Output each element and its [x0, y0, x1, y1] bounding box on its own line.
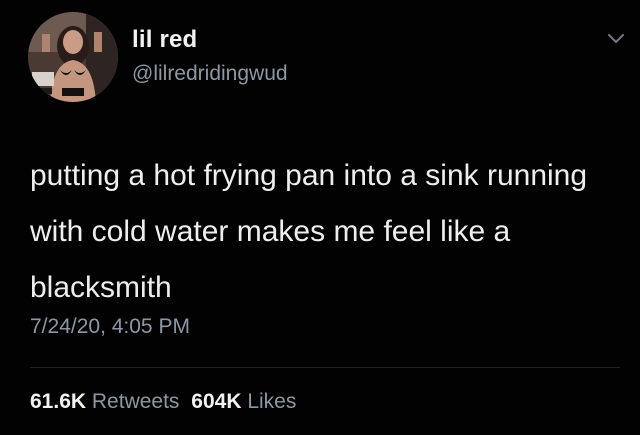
likes-stat[interactable]: 604K Likes — [191, 390, 296, 413]
chevron-down-icon[interactable] — [607, 32, 625, 46]
author-handle[interactable]: @lilredridingwud — [132, 62, 288, 86]
tweet-timestamp[interactable]: 7/24/20, 4:05 PM — [30, 315, 190, 339]
profile-photo-icon — [28, 12, 118, 102]
retweets-label: Retweets — [91, 390, 180, 413]
likes-label: Likes — [247, 390, 297, 413]
author-display-name[interactable]: lil red — [132, 26, 197, 54]
tweet-text: putting a hot frying pan into a sink run… — [30, 159, 588, 304]
likes-count: 604K — [191, 390, 242, 413]
divider — [30, 367, 620, 368]
tweet-card: lil red @lilredridingwud putting a hot f… — [0, 0, 640, 435]
retweets-stat[interactable]: 61.6K Retweets — [30, 390, 179, 413]
engagement-stats: 61.6K Retweets 604K Likes — [30, 390, 302, 414]
retweets-count: 61.6K — [30, 390, 87, 413]
avatar[interactable] — [28, 12, 118, 102]
